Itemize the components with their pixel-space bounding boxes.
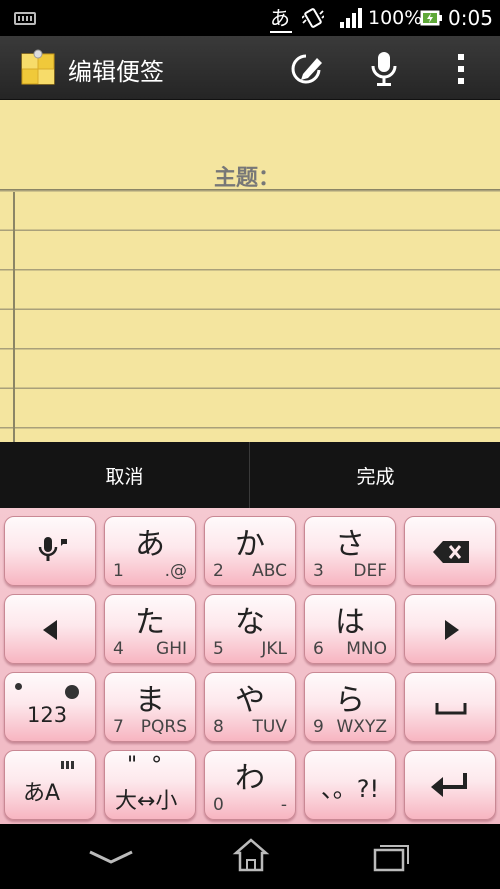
key-ha[interactable]: は 6 MNO (304, 594, 396, 664)
navigation-bar (0, 824, 500, 889)
keyboard: あ 1 .@ か 2 ABC さ 3 DEF た 4 GHI な 5 JKL は… (0, 508, 500, 824)
space-key[interactable] (404, 672, 496, 742)
punctuation-key[interactable]: 、。?! (304, 750, 396, 820)
smiley-icon (65, 685, 79, 699)
key-ma[interactable]: ま 7 PQRS (104, 672, 196, 742)
cancel-button[interactable]: 取消 (0, 442, 249, 508)
done-button[interactable]: 完成 (251, 442, 500, 508)
enter-icon (431, 773, 467, 797)
home-icon[interactable] (226, 838, 276, 874)
voice-input-key[interactable] (4, 516, 96, 586)
input-mode-key[interactable]: あA (4, 750, 96, 820)
key-a[interactable]: あ 1 .@ (104, 516, 196, 586)
grid-icon (61, 761, 75, 769)
battery-percent: 100% (368, 7, 423, 29)
sticky-note-icon (21, 49, 55, 85)
vibrate-icon (302, 8, 324, 28)
status-bar: あ 100% 0:05 (0, 0, 500, 36)
subject-label: 主题： (214, 166, 281, 191)
note-subject-area[interactable]: 主题： (0, 100, 500, 191)
key-ka[interactable]: か 2 ABC (204, 516, 296, 586)
backspace-key[interactable] (404, 516, 496, 586)
signal-icon (340, 8, 362, 28)
space-icon (435, 703, 467, 715)
battery-charging-icon (420, 10, 442, 26)
key-ta[interactable]: た 4 GHI (104, 594, 196, 664)
microphone-icon[interactable] (364, 50, 404, 88)
dot-icon (15, 683, 22, 690)
left-arrow-key[interactable] (4, 594, 96, 664)
key-na[interactable]: な 5 JKL (204, 594, 296, 664)
note-paper[interactable]: 主题： (0, 100, 500, 442)
key-ra[interactable]: ら 9 WXYZ (304, 672, 396, 742)
keyboard-icon (14, 12, 36, 25)
dakuten-key[interactable]: " ° 大↔小 (104, 750, 196, 820)
pen-edit-icon[interactable] (286, 50, 326, 88)
clock: 0:05 (448, 6, 493, 30)
back-icon[interactable] (86, 838, 136, 874)
right-arrow-key[interactable] (404, 594, 496, 664)
margin-line (13, 192, 15, 442)
mode-123-key[interactable]: 123 (4, 672, 96, 742)
ime-indicator-icon: あ (270, 2, 292, 33)
right-arrow-icon (445, 620, 459, 640)
key-wa[interactable]: わ 0 - (204, 750, 296, 820)
button-bar: 取消 完成 (0, 442, 500, 508)
overflow-menu-icon[interactable] (442, 50, 482, 88)
action-bar: 编辑便签 (0, 36, 500, 100)
key-ya[interactable]: や 8 TUV (204, 672, 296, 742)
recent-apps-icon[interactable] (366, 838, 416, 874)
microphone-icon (38, 537, 67, 561)
app-title: 编辑便签 (68, 58, 164, 86)
backspace-icon (433, 541, 469, 563)
left-arrow-icon (43, 620, 57, 640)
button-divider (249, 442, 250, 508)
enter-key[interactable] (404, 750, 496, 820)
key-sa[interactable]: さ 3 DEF (304, 516, 396, 586)
